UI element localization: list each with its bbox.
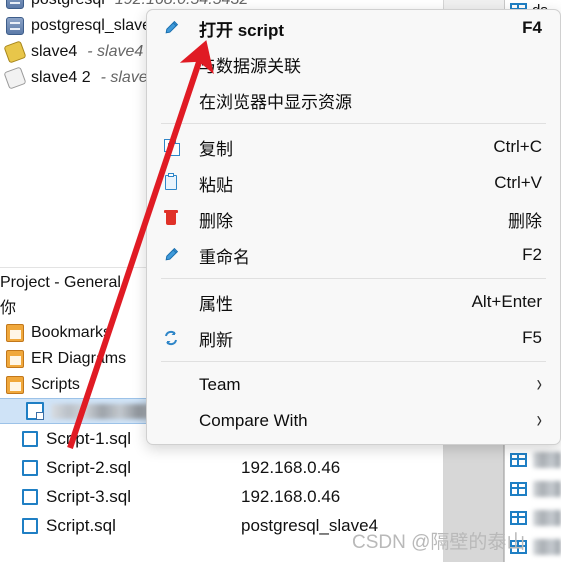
menu-item[interactable]: 与数据源关联 — [147, 46, 560, 82]
redacted-table-name — [533, 451, 561, 468]
table-icon — [510, 452, 527, 467]
watermark: CSDN @隔壁的泰山 — [352, 532, 526, 553]
database-tree-item-label: slave4 2 — [31, 69, 91, 86]
menu-item[interactable]: 删除 删除 — [147, 201, 560, 237]
menu-item-label: Compare With — [199, 411, 308, 430]
chevron-right-icon: › — [537, 444, 542, 445]
chevron-right-icon: › — [536, 407, 542, 434]
menu-item-label: 在浏览器中显示资源 — [199, 92, 352, 112]
project-tree-item-label: Bookmarks — [31, 324, 112, 341]
menu-item[interactable]: 刷新 F5 — [147, 320, 560, 356]
menu-item-shortcut: F4 — [522, 18, 542, 37]
menu-item[interactable]: 在浏览器中显示资源 — [147, 82, 560, 118]
menu-icon-placeholder — [161, 375, 183, 395]
menu-item-shortcut: 删除 — [508, 211, 542, 231]
menu-item[interactable]: Team › — [147, 367, 560, 403]
menu-separator — [161, 278, 546, 279]
file-name: Script.sql — [46, 515, 116, 535]
database-tree-item-label: postgresql — [31, 0, 105, 9]
file-list-row[interactable]: Script-2.sql 192.168.0.46 — [0, 453, 443, 482]
menu-icon-placeholder — [161, 90, 183, 110]
table-icon — [510, 510, 527, 525]
folder-icon — [6, 350, 24, 368]
menu-separator — [161, 123, 546, 124]
right-list-row[interactable] — [505, 445, 561, 474]
menu-item-shortcut: Alt+Enter — [471, 292, 542, 311]
menu-icon-placeholder — [161, 54, 183, 74]
app-root: ds postgresql192.168.0.54:5432postgresql… — [0, 0, 561, 562]
menu-item-label: 粘贴 — [199, 175, 233, 195]
menu-item[interactable]: 打开 script F4 — [147, 10, 560, 46]
redacted-table-name — [533, 538, 561, 555]
project-tree-item-label: ER Diagrams — [31, 350, 127, 367]
sql-file-icon — [22, 459, 38, 476]
menu-item-label: 刷新 — [199, 330, 233, 350]
menu-item-shortcut: Ctrl+V — [494, 173, 542, 192]
connection-icon — [3, 40, 27, 64]
paste-icon — [161, 173, 183, 193]
table-icon — [510, 481, 527, 496]
menu-item-label: 删除 — [199, 211, 233, 231]
folder-icon — [6, 376, 24, 394]
chevron-right-icon: › — [536, 371, 542, 398]
menu-item-label: 属性 — [199, 294, 233, 314]
menu-item[interactable]: 重命名 F2 — [147, 237, 560, 273]
menu-item[interactable]: Compare With › — [147, 403, 560, 439]
redacted-table-name — [533, 509, 561, 526]
menu-item-label: 重命名 — [199, 247, 250, 267]
right-list-row[interactable] — [505, 474, 561, 503]
menu-item-shortcut: F2 — [522, 245, 542, 264]
pencil-icon — [161, 18, 183, 38]
menu-item-label: Team — [199, 375, 241, 394]
menu-item-label: 复制 — [199, 139, 233, 159]
connection-off-icon — [3, 66, 27, 90]
menu-item[interactable]: Replace With› — [147, 439, 560, 445]
sql-file-icon — [22, 517, 38, 534]
file-name: Script-2.sql — [46, 457, 132, 477]
menu-icon-placeholder — [161, 292, 183, 312]
file-datasource: 192.168.0.46 — [241, 486, 341, 506]
file-datasource: 192.168.0.46 — [241, 457, 341, 477]
trash-icon — [161, 209, 183, 229]
redacted-table-name — [533, 480, 561, 497]
folder-icon — [6, 324, 24, 342]
pencil-icon — [161, 245, 183, 265]
project-tree-item-label: Scripts — [31, 376, 80, 393]
database-tree-item-detail: 192.168.0.54:5432 — [115, 0, 248, 9]
sql-file-icon — [22, 488, 38, 505]
context-menu[interactable]: 打开 script F4 与数据源关联在浏览器中显示资源 复制 Ctrl+C 粘贴 Ctrl… — [146, 9, 561, 445]
menu-item[interactable]: 粘贴 Ctrl+V — [147, 165, 560, 201]
menu-item-label: 与数据源关联 — [199, 56, 301, 76]
sql-file-icon — [22, 430, 38, 447]
menu-separator — [161, 361, 546, 362]
menu-item-label: 打开 script — [199, 20, 285, 40]
menu-item-shortcut: F5 — [522, 328, 542, 347]
database-tree-item-detail: - slave4 — [87, 43, 144, 60]
sql-linked-icon — [26, 402, 44, 420]
menu-item[interactable]: 属性 Alt+Enter — [147, 284, 560, 320]
file-name: Script-3.sql — [46, 486, 132, 506]
refresh-icon — [161, 328, 183, 348]
menu-icon-placeholder — [161, 411, 183, 431]
menu-item-shortcut: Ctrl+C — [493, 137, 542, 156]
database-icon — [6, 17, 24, 35]
menu-item[interactable]: 复制 Ctrl+C — [147, 129, 560, 165]
database-tree-item-label: postgresql_slave4 — [31, 17, 160, 34]
copy-icon — [161, 137, 183, 157]
database-icon — [6, 0, 24, 9]
database-tree-item-label: slave4 — [31, 43, 78, 60]
file-list-row[interactable]: Script-3.sql 192.168.0.46 — [0, 482, 443, 511]
